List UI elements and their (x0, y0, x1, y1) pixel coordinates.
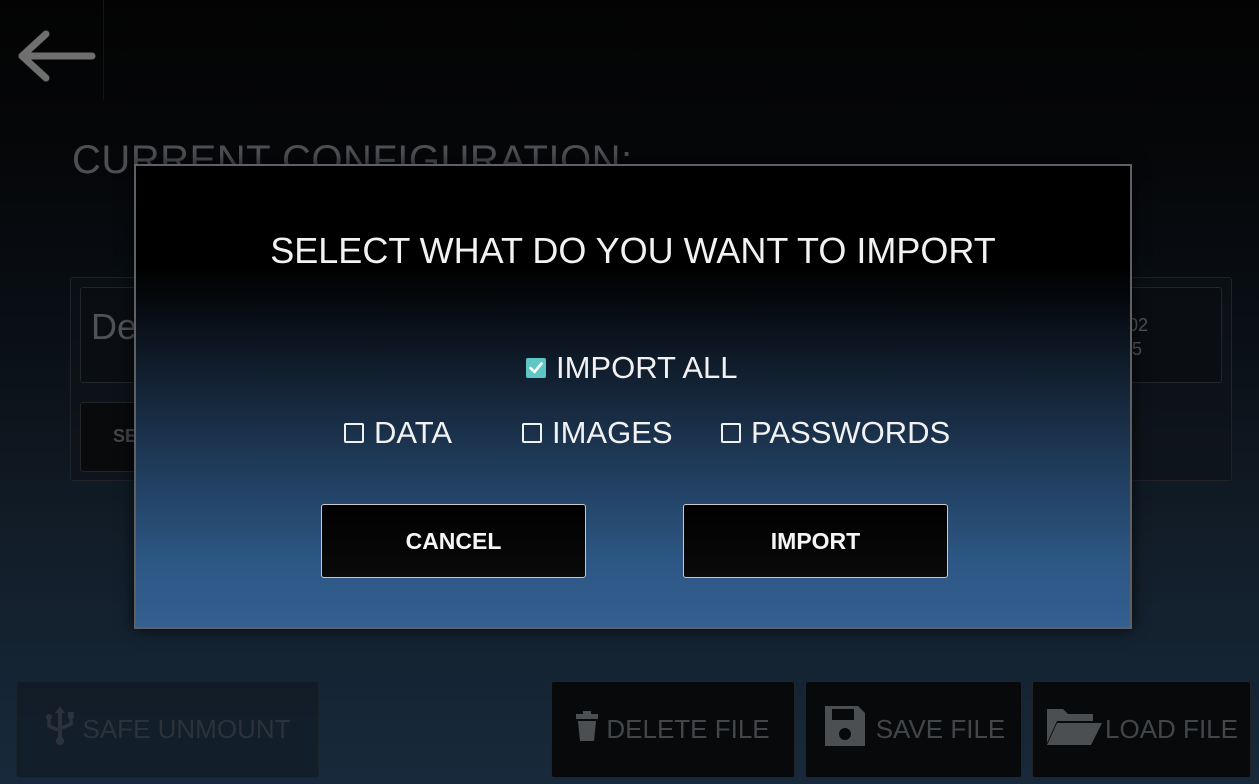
cancel-button[interactable]: CANCEL (321, 504, 586, 578)
checkbox-checked-icon[interactable] (526, 358, 546, 378)
checkbox-empty-icon[interactable] (721, 423, 741, 443)
checkbox-empty-icon[interactable] (522, 423, 542, 443)
import-all-option[interactable]: IMPORT ALL (526, 350, 738, 386)
import-all-label: IMPORT ALL (556, 350, 738, 385)
screen: CURRENT CONFIGURATION: De -02 55 SE SAFE… (0, 0, 1259, 784)
images-label: IMAGES (552, 415, 673, 450)
checkbox-empty-icon[interactable] (344, 423, 364, 443)
dialog-title: SELECT WHAT DO YOU WANT TO IMPORT (270, 230, 996, 271)
import-button[interactable]: IMPORT (683, 504, 948, 578)
passwords-label: PASSWORDS (751, 415, 951, 450)
data-label: DATA (374, 415, 453, 450)
passwords-option[interactable]: PASSWORDS (721, 415, 950, 451)
import-dialog: SELECT WHAT DO YOU WANT TO IMPORT IMPORT… (134, 164, 1132, 629)
data-option[interactable]: DATA (344, 415, 452, 451)
images-option[interactable]: IMAGES (522, 415, 673, 451)
